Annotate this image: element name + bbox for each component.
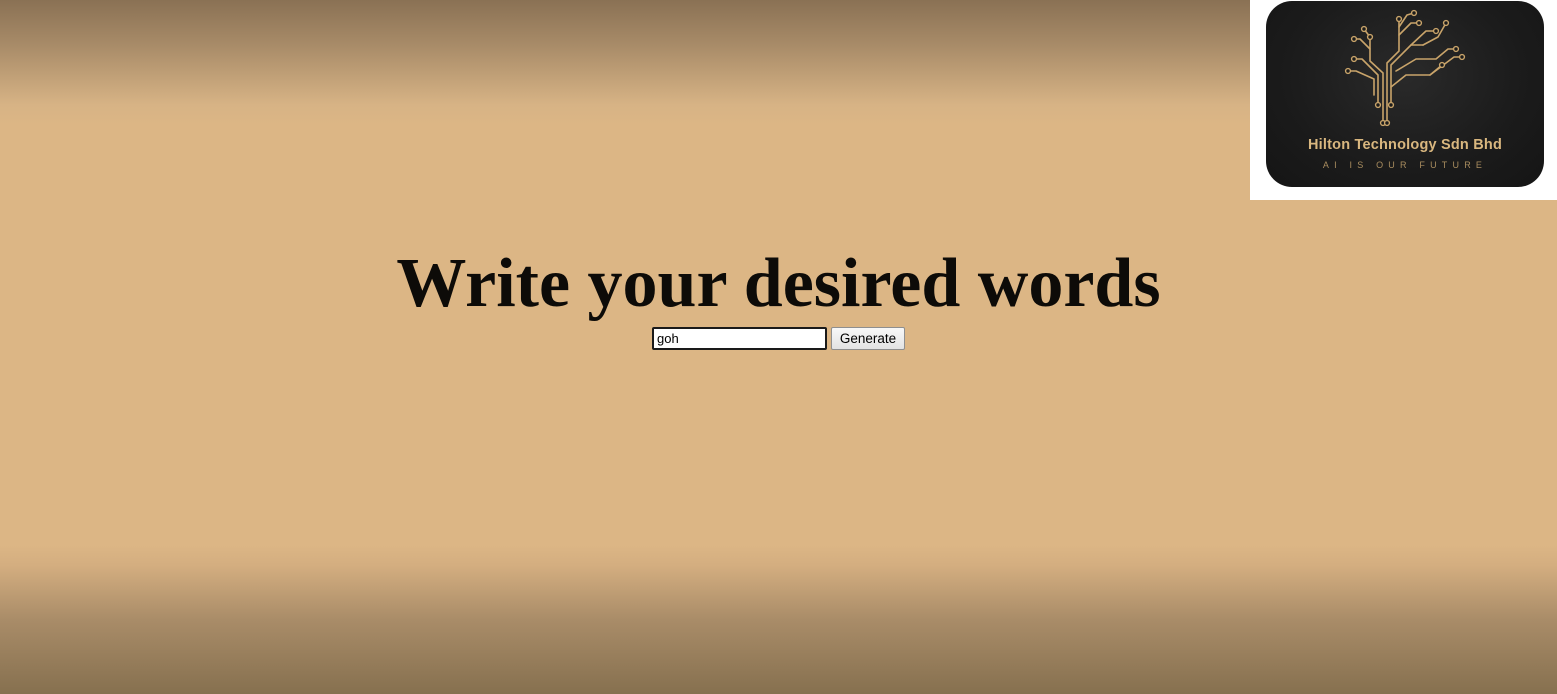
words-input[interactable] (652, 327, 827, 350)
generate-button[interactable]: Generate (831, 327, 905, 350)
page: { "logo": { "company_name": "Hilton Tech… (0, 0, 1557, 694)
word-form: Generate (652, 327, 905, 350)
page-title: Write your desired words (396, 245, 1161, 322)
company-name: Hilton Technology Sdn Bhd (1307, 137, 1503, 153)
company-tagline: AI IS OUR FUTURE (1322, 160, 1488, 170)
logo-panel: Hilton Technology Sdn Bhd AI IS OUR FUTU… (1250, 0, 1557, 200)
company-logo: Hilton Technology Sdn Bhd AI IS OUR FUTU… (1266, 1, 1544, 187)
